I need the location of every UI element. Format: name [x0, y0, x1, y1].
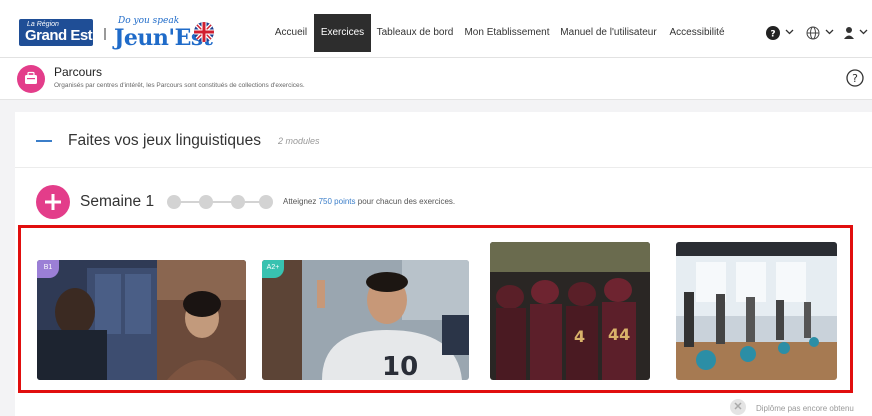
top-navigation: La Région Grand Est Do you speak Jeun'Es… [0, 0, 872, 58]
svg-text:?: ? [770, 30, 775, 40]
goal-suffix: pour chacun des exercices. [357, 197, 456, 206]
expand-week-button[interactable] [36, 185, 70, 219]
level-label: A2+ [266, 264, 280, 271]
exercise-image [37, 260, 246, 380]
svg-text:10: 10 [382, 352, 418, 380]
page-subtitle: Organisés par centres d'intérêt, les Par… [54, 82, 305, 89]
progress-step [259, 195, 273, 209]
logo-region-big: Grand Est [25, 27, 93, 44]
module-count: 2 modules [278, 136, 320, 146]
globe-icon [806, 26, 820, 40]
jeun-est-logo[interactable]: Do you speak Jeun'Est [114, 16, 213, 51]
goal-prefix: Atteignez [283, 197, 317, 206]
goal-points: 750 points [318, 197, 356, 206]
help-menu[interactable]: ? [766, 26, 798, 40]
divider [15, 167, 872, 168]
language-menu[interactable] [806, 26, 838, 40]
logo-separator [104, 28, 106, 40]
parcours-header: Parcours Organisés par centres d'intérêt… [0, 58, 872, 100]
exercise-image: 10 [262, 260, 469, 380]
exercise-card-3[interactable]: 4 44 [490, 242, 650, 380]
nav-manuel-utilisateur[interactable]: Manuel de l'utilisateur [557, 14, 660, 52]
uk-flag-icon [194, 22, 214, 42]
progress-step [231, 195, 245, 209]
nav-tableaux-de-bord[interactable]: Tableaux de bord [373, 14, 457, 52]
level-badge: A2+ [262, 260, 284, 278]
grand-est-logo[interactable]: La Région Grand Est [19, 19, 93, 46]
nav-mon-etablissement[interactable]: Mon Etablissement [460, 14, 554, 52]
collapse-module-icon[interactable] [36, 140, 52, 142]
nav-accueil[interactable]: Accueil [268, 14, 314, 52]
question-circle-icon[interactable]: ? [846, 69, 864, 87]
diploma-status: Diplôme pas encore obtenu [756, 404, 854, 413]
nav-exercices[interactable]: Exercices [314, 14, 371, 52]
page-title: Parcours [54, 65, 103, 79]
nav-accessibilite[interactable]: Accessibilité [663, 14, 731, 52]
chevron-down-icon [859, 29, 868, 35]
progress-step [199, 195, 213, 209]
help-icon: ? [766, 26, 780, 40]
exercise-card-2[interactable]: 10 A2+ [262, 260, 469, 380]
parcours-icon [17, 65, 45, 93]
exercise-image: 4 44 [490, 242, 650, 380]
module-title[interactable]: Faites vos jeux linguistiques [68, 132, 261, 150]
week-goal: Atteignez 750 points pour chacun des exe… [283, 197, 455, 206]
exercise-card-4[interactable] [676, 242, 837, 380]
level-label: B1 [43, 264, 53, 271]
plus-icon [45, 194, 61, 210]
progress-step [167, 195, 181, 209]
user-menu[interactable] [843, 26, 871, 40]
svg-text:44: 44 [608, 325, 630, 344]
diploma-icon [730, 399, 746, 415]
chevron-down-icon [785, 29, 794, 35]
exercise-card-1[interactable]: B1 [37, 260, 246, 380]
week-title: Semaine 1 [80, 193, 155, 210]
user-icon [844, 27, 854, 39]
exercise-image [676, 242, 837, 380]
svg-text:?: ? [852, 72, 858, 85]
level-badge: B1 [37, 260, 59, 278]
chevron-down-icon [825, 29, 834, 35]
svg-text:4: 4 [574, 327, 585, 346]
